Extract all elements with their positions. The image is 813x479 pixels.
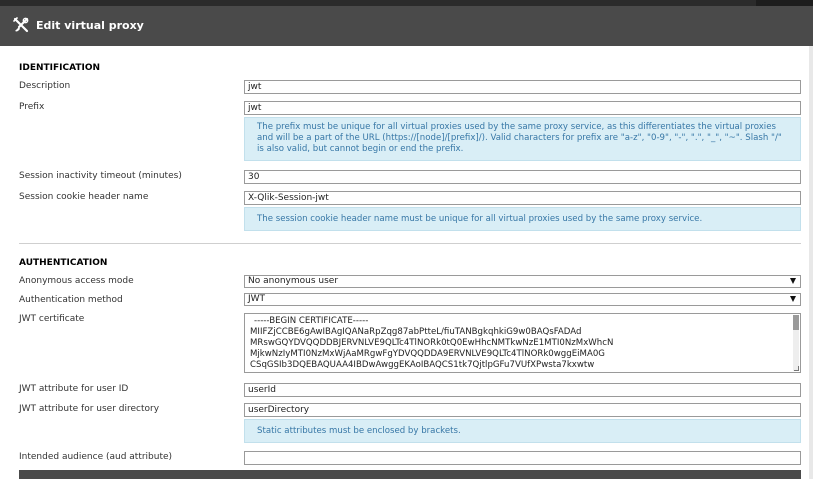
- user-id-input[interactable]: userId: [244, 383, 801, 397]
- tools-icon: [13, 17, 29, 33]
- chevron-down-icon: [790, 278, 796, 284]
- session-timeout-input[interactable]: 30: [244, 170, 801, 184]
- certificate-line: MIIFZjCCBE6gAwIBAgIQANaRpZqg87abPtteL/fi…: [250, 327, 582, 337]
- user-id-label: JWT attribute for user ID: [19, 384, 129, 394]
- certificate-line: MRswGQYDVQQDDBJERVNLVE9QLTc4TlNORk0tQ0Ew…: [250, 338, 614, 348]
- user-directory-info-box: Static attributes must be enclosed by br…: [244, 419, 801, 443]
- jwt-certificate-label: JWT certificate: [19, 314, 85, 324]
- cookie-header-input[interactable]: X-Qlik-Session-jwt: [244, 191, 801, 205]
- scrollbar-track[interactable]: [809, 46, 813, 479]
- section-header-identification: IDENTIFICATION: [19, 63, 101, 73]
- section-header-authentication: AUTHENTICATION: [19, 258, 108, 268]
- anonymous-access-label: Anonymous access mode: [19, 276, 134, 286]
- certificate-line: CSqGSIb3DQEBAQUAA4IBDwAwggEKAoIBAQCS1tk7…: [250, 360, 595, 370]
- cookie-header-info-box: The session cookie header name must be u…: [244, 207, 801, 231]
- prefix-label: Prefix: [19, 102, 45, 112]
- certificate-line: -----BEGIN CERTIFICATE-----: [254, 316, 369, 326]
- dialog-title: Edit virtual proxy: [36, 19, 144, 32]
- chevron-down-icon: [790, 296, 796, 302]
- anonymous-access-select[interactable]: No anonymous user: [244, 275, 801, 288]
- audience-label: Intended audience (aud attribute): [19, 452, 173, 462]
- textarea-scrollbar[interactable]: [793, 315, 799, 371]
- description-input[interactable]: jwt: [244, 80, 801, 94]
- description-label: Description: [19, 81, 71, 91]
- certificate-line: MjkwNzIyMTI0NzMxWjAaMRgwFgYDVQQDDA9ERVNL…: [250, 349, 605, 359]
- auth-method-label: Authentication method: [19, 295, 123, 305]
- footer-bar: [19, 470, 801, 479]
- user-directory-label: JWT attribute for user directory: [19, 404, 160, 414]
- section-divider: [19, 243, 801, 244]
- anonymous-access-value: No anonymous user: [248, 276, 339, 286]
- audience-input[interactable]: [244, 451, 801, 465]
- cookie-header-label: Session cookie header name: [19, 192, 149, 202]
- jwt-certificate-textarea[interactable]: -----BEGIN CERTIFICATE----- MIIFZjCCBE6g…: [244, 313, 801, 373]
- auth-method-value: JWT: [248, 294, 266, 304]
- prefix-info-box: The prefix must be unique for all virtua…: [244, 117, 801, 161]
- prefix-input[interactable]: jwt: [244, 101, 801, 115]
- textarea-scrollbar-thumb[interactable]: [793, 315, 799, 330]
- session-timeout-label: Session inactivity timeout (minutes): [19, 171, 182, 181]
- dialog-titlebar: Edit virtual proxy: [0, 6, 813, 46]
- auth-method-select[interactable]: JWT: [244, 293, 801, 306]
- resize-grip-icon[interactable]: [794, 366, 799, 371]
- user-directory-input[interactable]: userDirectory: [244, 403, 801, 417]
